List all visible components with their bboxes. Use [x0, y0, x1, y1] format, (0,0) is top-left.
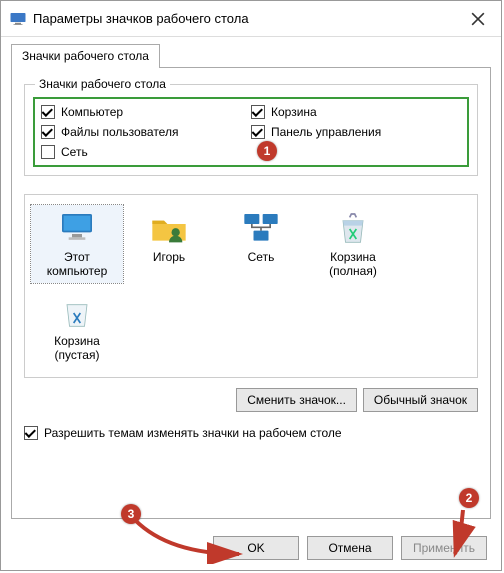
icon-item-this-pc[interactable]: Этот компьютер	[31, 205, 123, 283]
checkbox-label: Сеть	[61, 145, 88, 159]
network-icon	[241, 209, 281, 249]
recycle-empty-icon	[57, 293, 97, 333]
titlebar: Параметры значков рабочего стола	[1, 1, 501, 37]
checkbox-label: Файлы пользователя	[61, 125, 178, 139]
dialog-window: Параметры значков рабочего стола Значки …	[0, 0, 502, 571]
close-icon	[471, 12, 485, 26]
checkbox-allow-themes[interactable]: Разрешить темам изменять значки на рабоч…	[24, 426, 478, 440]
checkbox-label: Корзина	[271, 105, 317, 119]
tab-strip: Значки рабочего стола	[11, 43, 501, 67]
icon-label: Корзина (полная)	[329, 251, 377, 279]
annotation-badge-3: 3	[121, 504, 141, 524]
checkbox-icon	[24, 426, 38, 440]
monitor-icon	[57, 209, 97, 249]
group-legend: Значки рабочего стола	[35, 77, 170, 91]
checkbox-label: Компьютер	[61, 105, 123, 119]
annotation-badge-2: 2	[459, 488, 479, 508]
checkbox-icon	[251, 125, 265, 139]
dialog-button-row: OK Отмена Применить	[1, 536, 501, 560]
checkbox-recycle-bin[interactable]: Корзина	[251, 105, 461, 119]
icon-item-user-folder[interactable]: Игорь	[123, 205, 215, 283]
tab-desktop-icons[interactable]: Значки рабочего стола	[11, 44, 160, 68]
annotation-highlight-box: Компьютер Корзина Файлы пользователя Пан…	[33, 97, 469, 167]
change-icon-button[interactable]: Сменить значок...	[236, 388, 357, 412]
cancel-button[interactable]: Отмена	[307, 536, 393, 560]
icon-item-network[interactable]: Сеть	[215, 205, 307, 283]
group-desktop-icons: Значки рабочего стола Компьютер Корзина …	[24, 84, 478, 176]
icon-label: Этот компьютер	[47, 251, 108, 279]
icon-preview-list: Этот компьютер Игорь Сеть	[24, 194, 478, 378]
apply-button[interactable]: Применить	[401, 536, 487, 560]
checkbox-icon	[41, 145, 55, 159]
checkbox-label: Панель управления	[271, 125, 381, 139]
checkbox-label: Разрешить темам изменять значки на рабоч…	[44, 426, 342, 440]
ok-button[interactable]: OK	[213, 536, 299, 560]
folder-user-icon	[149, 209, 189, 249]
default-icon-button[interactable]: Обычный значок	[363, 388, 478, 412]
annotation-badge-1: 1	[257, 141, 277, 161]
icon-item-recycle-empty[interactable]: Корзина (пустая)	[31, 289, 123, 367]
close-button[interactable]	[455, 3, 501, 35]
icon-label: Игорь	[153, 251, 185, 279]
checkbox-user-files[interactable]: Файлы пользователя	[41, 125, 251, 139]
recycle-full-icon	[333, 209, 373, 249]
checkbox-icon	[41, 105, 55, 119]
app-icon	[9, 10, 27, 28]
checkbox-control-panel[interactable]: Панель управления	[251, 125, 461, 139]
window-title: Параметры значков рабочего стола	[33, 11, 455, 26]
icon-label: Корзина (пустая)	[54, 335, 100, 363]
icon-item-recycle-full[interactable]: Корзина (полная)	[307, 205, 399, 283]
tab-panel: Значки рабочего стола Компьютер Корзина …	[11, 67, 491, 519]
checkbox-icon	[251, 105, 265, 119]
checkbox-computer[interactable]: Компьютер	[41, 105, 251, 119]
checkbox-network[interactable]: Сеть	[41, 145, 251, 159]
icon-label: Сеть	[248, 251, 275, 279]
checkbox-icon	[41, 125, 55, 139]
